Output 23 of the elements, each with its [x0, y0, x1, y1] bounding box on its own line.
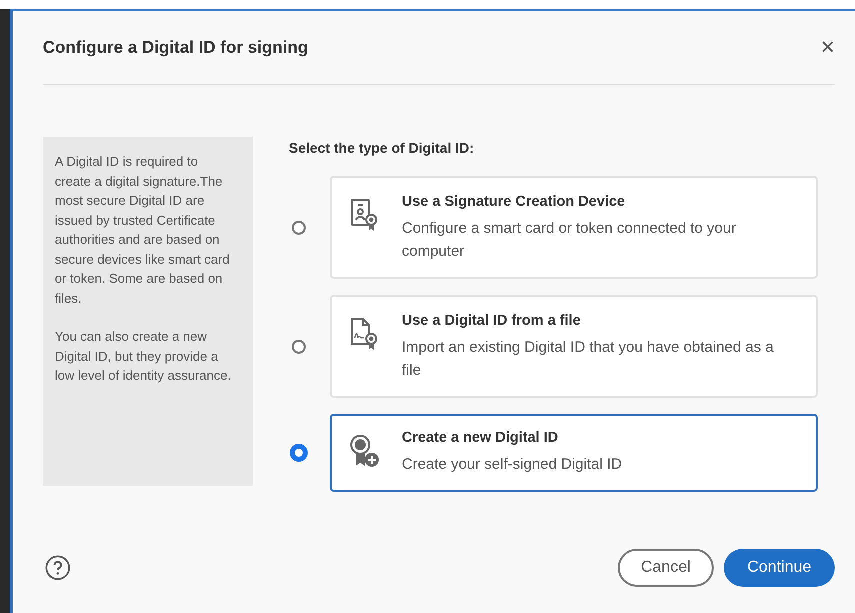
option-title: Use a Signature Creation Device	[402, 194, 626, 210]
option-card[interactable]: Use a Signature Creation Device Configure a smart card or token connected to your computer	[330, 176, 818, 279]
continue-button[interactable]: Continue	[724, 549, 835, 587]
option-description: Configure a smart card or token connected to your computer	[402, 219, 738, 262]
close-button[interactable]: ×	[820, 36, 835, 60]
info-text: A Digital ID is required to create a digital signature.The most secure Digital ID are issued by trusted Certificate authorities and are based on secure devices like smart card or token. Some are based on files.	[55, 153, 231, 308]
option-title: Use a Digital ID from a file	[402, 313, 582, 329]
signed-file-icon	[350, 317, 380, 351]
option-description: Import an existing Digital ID that you have obtained as a file	[402, 338, 775, 381]
radio-button[interactable]	[292, 340, 306, 354]
cancel-button[interactable]: Cancel	[618, 549, 714, 587]
radio-button[interactable]	[290, 444, 308, 462]
certificate-card-icon	[350, 198, 380, 232]
help-icon[interactable]	[45, 555, 71, 581]
prompt-label: Select the type of Digital ID:	[289, 140, 476, 156]
option-card[interactable]: Create a new Digital ID Create your self-signed Digital ID	[330, 414, 818, 492]
badge-plus-icon	[350, 434, 380, 468]
info-text: You can also create a new Digital ID, but they provide a low level of identity assurance.	[55, 328, 232, 385]
option-card[interactable]: Use a Digital ID from a file Import an existing Digital ID that you have obtained as a file	[330, 295, 818, 398]
radio-button[interactable]	[292, 220, 306, 234]
option-title: Create a new Digital ID	[402, 430, 560, 446]
option-description: Create your self-signed Digital ID	[402, 455, 624, 475]
dialog-title: Configure a Digital ID for signing	[43, 38, 308, 58]
